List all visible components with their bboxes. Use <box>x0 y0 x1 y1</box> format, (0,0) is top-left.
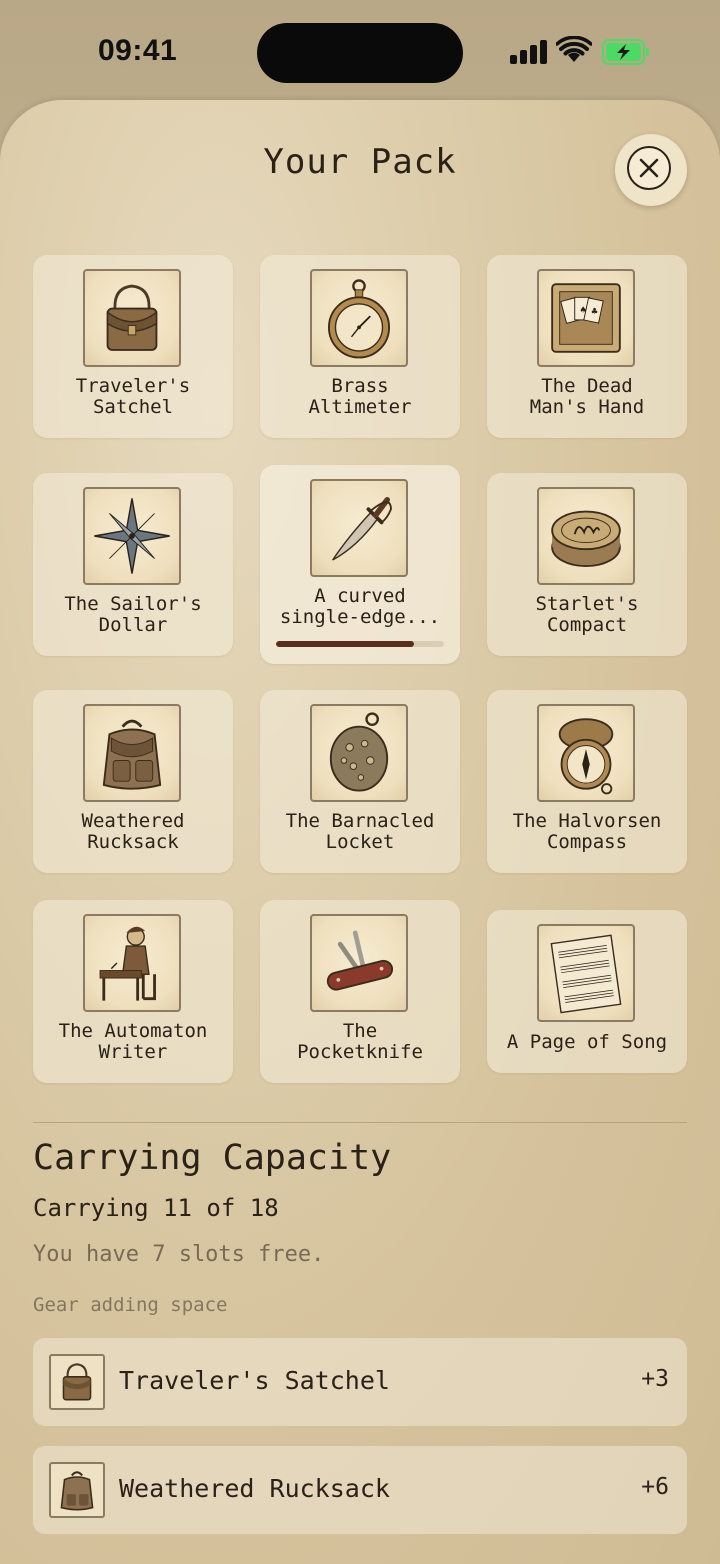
altimeter-icon <box>310 269 408 367</box>
item-label: A Page of Song <box>506 1031 668 1053</box>
item-label: The Barnacled <box>285 810 435 832</box>
item-tile-weathered-rucksack[interactable]: Weathered Rucksack <box>33 690 233 873</box>
item-tile-brass-altimeter[interactable]: Brass Altimeter <box>260 255 460 438</box>
item-label: The Dead <box>541 375 633 397</box>
close-button[interactable] <box>615 134 687 206</box>
automaton-icon <box>83 914 181 1012</box>
compact-icon <box>537 487 635 585</box>
close-icon <box>627 146 671 190</box>
item-label: Pocketknife <box>297 1041 423 1063</box>
satchel-icon <box>83 269 181 367</box>
item-label: Altimeter <box>308 396 412 418</box>
locket-icon <box>310 704 408 802</box>
item-label: single-edge... <box>279 606 441 628</box>
item-tile-dead-mans-hand[interactable]: ♠ ♣ The Dead Man's Hand <box>487 255 687 438</box>
item-label: Dollar <box>98 614 168 636</box>
item-label: Writer <box>98 1041 168 1063</box>
status-time: 09:41 <box>98 34 178 67</box>
item-tile-barnacled-locket[interactable]: The Barnacled Locket <box>260 690 460 873</box>
item-label: Rucksack <box>87 831 179 853</box>
gear-name: Traveler's Satchel <box>119 1366 390 1395</box>
item-tile-automaton-writer[interactable]: The Automaton Writer <box>33 900 233 1083</box>
item-label: The Sailor's <box>64 593 202 615</box>
item-label: Compass <box>546 831 628 853</box>
item-tile-sailors-dollar[interactable]: The Sailor's Dollar <box>33 473 233 656</box>
sheet-music-icon <box>537 924 635 1022</box>
item-tile-pocketknife[interactable]: The Pocketknife <box>260 900 460 1083</box>
item-label: Starlet's <box>535 593 639 615</box>
item-tile-curved-blade-selected[interactable]: A curved single-edge... <box>260 465 460 664</box>
item-label: Traveler's <box>75 375 191 397</box>
status-bar: 09:41 <box>0 0 720 100</box>
sheet-title: Your Pack <box>263 142 457 182</box>
compass-star-icon <box>83 487 181 585</box>
item-label: Brass <box>331 375 389 397</box>
rucksack-icon <box>49 1462 105 1518</box>
dynamic-island <box>257 23 463 83</box>
item-progress-fill <box>276 641 414 647</box>
rucksack-icon <box>83 704 181 802</box>
item-label: The Halvorsen <box>512 810 662 832</box>
gear-bonus: +6 <box>641 1474 669 1500</box>
satchel-icon <box>49 1354 105 1410</box>
gear-row-weathered-rucksack[interactable]: Weathered Rucksack +6 <box>33 1446 687 1534</box>
gear-bonus: +3 <box>641 1366 669 1392</box>
item-label: The Automaton <box>58 1020 208 1042</box>
item-label: The <box>342 1020 378 1042</box>
gear-name: Weathered Rucksack <box>119 1474 390 1503</box>
section-divider <box>33 1122 687 1123</box>
cutlass-icon <box>310 479 408 577</box>
item-tile-page-of-song[interactable]: A Page of Song <box>487 910 687 1073</box>
item-label: Man's Hand <box>529 396 645 418</box>
capacity-free-slots: You have 7 slots free. <box>33 1242 325 1267</box>
item-tile-travelers-satchel[interactable]: Traveler's Satchel <box>33 255 233 438</box>
pack-sheet: Your Pack Traveler's Satchel Brass Altim… <box>0 100 720 1564</box>
item-label: Weathered <box>81 810 185 832</box>
gear-row-travelers-satchel[interactable]: Traveler's Satchel +3 <box>33 1338 687 1426</box>
item-label: Compact <box>546 614 628 636</box>
item-label: Satchel <box>92 396 174 418</box>
svg-text:♠: ♠ <box>579 304 587 314</box>
item-tile-starlets-compact[interactable]: Starlet's Compact <box>487 473 687 656</box>
wifi-icon <box>556 36 592 62</box>
item-tile-halvorsen-compass[interactable]: The Halvorsen Compass <box>487 690 687 873</box>
item-label: A curved <box>314 585 406 607</box>
playing-cards-icon: ♠ ♣ <box>537 269 635 367</box>
pocketknife-icon <box>310 914 408 1012</box>
pocket-compass-icon <box>537 704 635 802</box>
capacity-count: Carrying 11 of 18 <box>33 1194 279 1222</box>
item-progress-bar <box>276 641 444 647</box>
cellular-signal-icon <box>510 38 548 64</box>
svg-text:♣: ♣ <box>591 306 599 316</box>
capacity-title: Carrying Capacity <box>33 1138 392 1178</box>
battery-charging-icon <box>602 39 649 65</box>
item-label: Locket <box>325 831 395 853</box>
gear-adding-space-header: Gear adding space <box>33 1294 228 1316</box>
